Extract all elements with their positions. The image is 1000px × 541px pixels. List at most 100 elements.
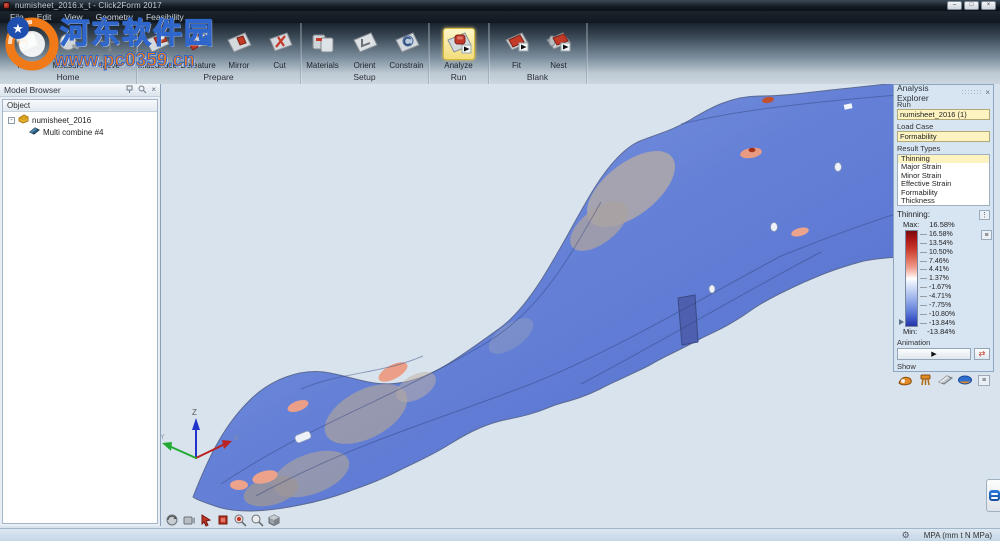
nest-button[interactable]: Nest (538, 28, 580, 70)
legend-title: Thinning: (897, 210, 979, 219)
menu-edit[interactable]: Edit (31, 11, 58, 23)
show-label: Show (897, 362, 990, 371)
result-types-list: Thinning Major Strain Minor Strain Effec… (897, 154, 990, 206)
show-options-button[interactable]: ≡ (978, 375, 990, 386)
mirror-button[interactable]: Mirror (219, 28, 260, 70)
ribbon-group-label-setup: Setup (301, 72, 428, 84)
mirror-icon (224, 28, 254, 61)
tree-child-item[interactable]: Multi combine #4 (3, 126, 157, 138)
legend-options-button[interactable]: ⋮ (979, 210, 990, 220)
move-button[interactable]: Move (89, 28, 131, 70)
part-hole (709, 285, 715, 293)
show-punch-icon[interactable] (917, 373, 934, 387)
close-button[interactable]: × (981, 1, 996, 10)
animation-loop-button[interactable]: ⇄ (974, 348, 990, 360)
analyze-button[interactable]: Analyze (438, 28, 480, 70)
panel-grip-icon[interactable]: ::::::: (962, 89, 983, 96)
show-binder-icon[interactable] (957, 373, 974, 387)
gear-icon[interactable]: ⚙ (902, 531, 910, 540)
analyze-icon (444, 28, 474, 61)
menu-file[interactable]: File (4, 11, 30, 23)
maximize-button[interactable]: □ (964, 1, 979, 10)
units-indicator[interactable]: MPA (mm t N MPa) (924, 531, 992, 540)
show-die-icon[interactable] (897, 373, 914, 387)
measure-icon (53, 28, 83, 61)
remote-access-icon[interactable] (986, 479, 1000, 512)
view-toolbar (164, 512, 281, 527)
axis-y-label: Y (161, 434, 165, 441)
ribbon-group-prepare: Midsurface Defeature Mirror Cut Prepare (137, 23, 301, 84)
legend-min-label: Min: (903, 327, 917, 336)
legend-pointer-icon[interactable] (899, 319, 904, 325)
status-bar: ⚙ MPA (mm t N MPa) (0, 528, 1000, 541)
app-icon (3, 2, 10, 9)
legend-max-value: 16.58% (929, 220, 954, 229)
ribbon-group-setup: Materials Orient Constrain Setup (301, 23, 429, 84)
tree-root-item[interactable]: - numisheet_2016 (3, 114, 157, 126)
minimize-button[interactable]: – (947, 1, 962, 10)
menu-feasibility[interactable]: Feasibility (140, 11, 190, 23)
menu-view[interactable]: View (58, 11, 88, 23)
legend-min-value: -13.84% (927, 327, 955, 336)
fit-icon (502, 28, 532, 61)
orient-icon (350, 28, 380, 61)
ribbon-group-label-run: Run (429, 72, 488, 84)
constrain-button[interactable]: Constrain (386, 28, 428, 70)
cut-button[interactable]: Cut (259, 28, 300, 70)
legend-format-button[interactable]: ≡ (981, 230, 992, 240)
ribbon-group-label-home: Home (0, 72, 136, 84)
analysis-explorer-close-icon[interactable]: × (985, 89, 990, 97)
rotate-view-icon[interactable] (164, 512, 179, 527)
model-browser-title: Model Browser (4, 85, 125, 95)
combine-part-icon (29, 126, 40, 138)
model-browser-tree: Object - numisheet_2016 Multi combine #4 (2, 99, 158, 524)
pan-view-icon[interactable] (181, 512, 196, 527)
model-browser-close-icon[interactable]: × (151, 86, 156, 94)
show-blank-icon[interactable] (937, 373, 954, 387)
nest-icon (544, 28, 574, 61)
pin-icon[interactable] (125, 81, 134, 99)
constrain-icon (392, 28, 422, 61)
title-bar: numisheet_2016.x_t - Click2Form 2017 – □… (0, 0, 1000, 11)
materials-button[interactable]: Materials (302, 28, 344, 70)
legend-max-label: Max: (903, 220, 919, 229)
legend-colorbar (905, 230, 918, 327)
zoom-window-icon[interactable] (232, 512, 247, 527)
files-icon (11, 28, 41, 61)
midsurface-icon (142, 28, 172, 61)
fit-button[interactable]: Fit (496, 28, 538, 70)
ribbon-toolbar: Files Measure Move Home Midsurface (0, 23, 1000, 84)
measure-button[interactable]: Measure (47, 28, 89, 70)
midsurface-button[interactable]: Midsurface (137, 28, 178, 70)
result-type-thickness[interactable]: Thickness (898, 197, 989, 205)
select-icon[interactable] (198, 512, 213, 527)
part-model[interactable]: Z X Y (161, 84, 1000, 528)
fit-view-icon[interactable] (215, 512, 230, 527)
collapse-icon[interactable]: - (8, 117, 15, 124)
move-icon (95, 28, 125, 61)
load-case-select[interactable]: Formability (897, 131, 990, 142)
ribbon-group-run: Analyze Run (429, 23, 489, 84)
materials-icon (308, 28, 338, 61)
shaded-cube-icon[interactable] (266, 512, 281, 527)
thinning-legend: —16.58% —13.54% —10.50% —7.46% —4.41% —1… (905, 230, 990, 327)
axis-z-label: Z (192, 408, 197, 417)
part-body (193, 84, 943, 511)
animation-play-button[interactable]: ▶ (897, 348, 971, 360)
files-button[interactable]: Files (5, 28, 47, 70)
ribbon-group-home: Files Measure Move Home (0, 23, 137, 84)
application-window: numisheet_2016.x_t - Click2Form 2017 – □… (0, 0, 1000, 541)
orient-button[interactable]: Orient (344, 28, 386, 70)
run-select[interactable]: numisheet_2016 (1) (897, 109, 990, 120)
cut-icon (265, 28, 295, 61)
defeature-button[interactable]: Defeature (178, 28, 219, 70)
zoom-icon[interactable] (249, 512, 264, 527)
main-area: Model Browser × Object - numisheet_2016 (0, 84, 1000, 528)
search-icon[interactable] (138, 81, 147, 99)
result-types-label: Result Types (897, 144, 990, 153)
menu-geometry[interactable]: Geometry (90, 11, 139, 23)
window-title: numisheet_2016.x_t - Click2Form 2017 (15, 1, 162, 10)
load-case-label: Load Case (897, 122, 990, 131)
viewport-3d[interactable]: Z X Y (161, 84, 1000, 528)
defeature-icon (183, 28, 213, 61)
